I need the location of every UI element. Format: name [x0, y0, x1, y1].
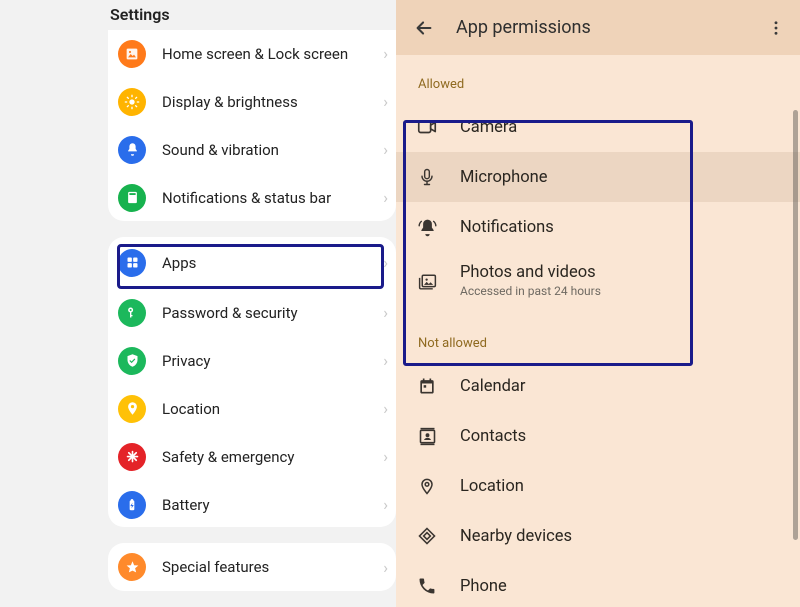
diamond-icon: [416, 525, 438, 547]
settings-row-label: Display & brightness: [162, 93, 383, 111]
chevron-right-icon: ›: [383, 140, 388, 159]
star-icon: [118, 553, 146, 581]
settings-header: Settings: [108, 0, 396, 30]
settings-row-display[interactable]: Display & brightness ›: [108, 78, 396, 126]
settings-row-privacy[interactable]: Privacy ›: [108, 337, 396, 385]
settings-row-notifications[interactable]: Notifications & status bar ›: [108, 174, 396, 221]
permission-row-label: Microphone: [460, 168, 548, 187]
settings-row-location[interactable]: Location ›: [108, 385, 396, 433]
asterisk-icon: [118, 443, 146, 471]
permission-row-phone[interactable]: Phone: [396, 561, 800, 607]
chevron-right-icon: ›: [383, 495, 388, 514]
settings-row-apps[interactable]: Apps ›: [108, 237, 396, 289]
chevron-right-icon: ›: [383, 92, 388, 111]
chevron-right-icon: ›: [383, 44, 388, 63]
permission-row-label: Camera: [460, 118, 517, 137]
permissions-title: App permissions: [456, 17, 762, 38]
brightness-icon: [118, 88, 146, 116]
permission-row-location[interactable]: Location: [396, 461, 800, 511]
permission-row-camera[interactable]: Camera: [396, 102, 800, 152]
permission-row-label: Nearby devices: [460, 527, 572, 546]
settings-row-label: Apps: [162, 254, 383, 272]
permissions-header: App permissions: [396, 0, 800, 55]
back-button[interactable]: [410, 14, 438, 42]
calendar-icon: [416, 375, 438, 397]
permission-row-label: Calendar: [460, 377, 525, 396]
chevron-right-icon: ›: [383, 399, 388, 418]
settings-row-label: Home screen & Lock screen: [162, 45, 383, 63]
apps-grid-icon: [118, 249, 146, 277]
permission-row-label: Location: [460, 477, 524, 496]
battery-icon: [118, 491, 146, 519]
pin-outline-icon: [416, 475, 438, 497]
settings-row-label: Safety & emergency: [162, 448, 383, 466]
permission-row-label: Contacts: [460, 427, 526, 446]
settings-row-battery[interactable]: Battery ›: [108, 481, 396, 527]
permission-row-label: Photos and videos: [460, 263, 601, 282]
permission-row-notifications[interactable]: Notifications: [396, 202, 800, 252]
camera-icon: [416, 116, 438, 138]
notallowed-header: Not allowed: [396, 308, 800, 361]
permission-row-calendar[interactable]: Calendar: [396, 361, 800, 411]
settings-row-label: Password & security: [162, 304, 383, 322]
settings-row-safety[interactable]: Safety & emergency ›: [108, 433, 396, 481]
permission-row-subtitle: Accessed in past 24 hours: [460, 284, 601, 298]
shield-icon: [118, 347, 146, 375]
chevron-right-icon: ›: [383, 558, 388, 577]
permission-row-microphone[interactable]: Microphone: [396, 152, 800, 202]
chevron-right-icon: ›: [383, 188, 388, 207]
allowed-header: Allowed: [396, 55, 800, 102]
settings-row-home[interactable]: Home screen & Lock screen ›: [108, 30, 396, 78]
permission-row-contacts[interactable]: Contacts: [396, 411, 800, 461]
settings-row-label: Privacy: [162, 352, 383, 370]
gallery-icon: [416, 269, 438, 291]
settings-group-2: Apps › Password & security › Privacy ›: [108, 237, 396, 527]
permission-row-label: Phone: [460, 577, 507, 596]
settings-group-1: Home screen & Lock screen › Display & br…: [108, 30, 396, 221]
settings-group-3: Special features ›: [108, 543, 396, 591]
more-button[interactable]: [762, 14, 790, 42]
chevron-right-icon: ›: [383, 447, 388, 466]
settings-row-password[interactable]: Password & security ›: [108, 289, 396, 337]
settings-row-special[interactable]: Special features ›: [108, 543, 396, 591]
permissions-panel: App permissions Allowed Camera Microphon…: [396, 0, 800, 607]
bell-solid-icon: [416, 216, 438, 238]
settings-panel: Settings Home screen & Lock screen › Dis…: [0, 0, 396, 607]
settings-row-label: Notifications & status bar: [162, 189, 383, 207]
microphone-icon: [416, 166, 438, 188]
permission-row-label: Notifications: [460, 218, 554, 237]
permission-row-nearby[interactable]: Nearby devices: [396, 511, 800, 561]
permission-row-photos[interactable]: Photos and videos Accessed in past 24 ho…: [396, 252, 800, 308]
permissions-body: Allowed Camera Microphone Notifications: [396, 55, 800, 607]
settings-row-label: Location: [162, 400, 383, 418]
settings-row-label: Special features: [162, 558, 383, 576]
chevron-right-icon: ›: [383, 303, 388, 322]
settings-row-label: Battery: [162, 496, 383, 514]
home-icon: [118, 40, 146, 68]
contacts-icon: [416, 425, 438, 447]
pin-icon: [118, 395, 146, 423]
scrollbar[interactable]: [793, 110, 798, 540]
chevron-right-icon: ›: [383, 253, 388, 272]
settings-row-label: Sound & vibration: [162, 141, 383, 159]
settings-row-sound[interactable]: Sound & vibration ›: [108, 126, 396, 174]
phone-icon: [416, 575, 438, 597]
key-icon: [118, 299, 146, 327]
chevron-right-icon: ›: [383, 351, 388, 370]
arrow-left-icon: [413, 17, 435, 39]
notification-panel-icon: [118, 184, 146, 212]
bell-icon: [118, 136, 146, 164]
more-vertical-icon: [767, 19, 785, 37]
